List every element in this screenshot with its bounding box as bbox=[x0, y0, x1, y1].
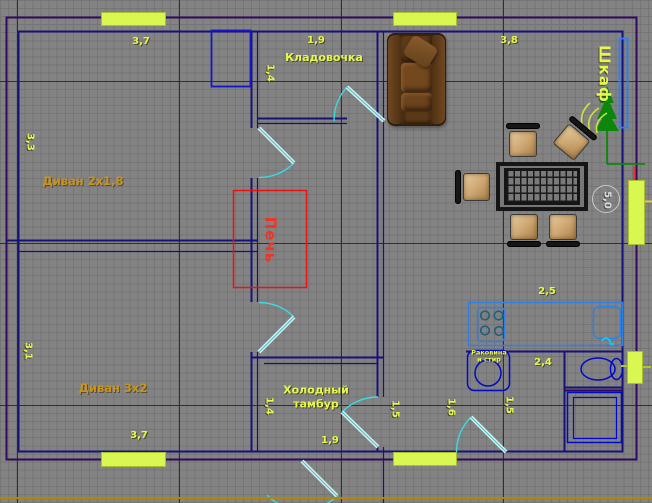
label-stove[interactable]: Печь bbox=[261, 217, 280, 264]
floor-plan-canvas: 3,7 1,9 Кладовочка 1,4 3,8 Шкаф 3,3 Диван 2х1,8… bbox=[0, 0, 652, 503]
dim-kitchen-depth[interactable]: 2,4 bbox=[534, 357, 552, 370]
label-sofa-3x2[interactable]: Диван 3х2 bbox=[79, 381, 148, 395]
chair[interactable] bbox=[455, 170, 491, 204]
door-room2[interactable] bbox=[259, 303, 294, 353]
window-top-left[interactable] bbox=[101, 12, 166, 26]
dim-storage-depth[interactable]: 1,4 bbox=[263, 64, 276, 82]
sofa-cushion bbox=[401, 93, 432, 111]
floor-plan-drawing bbox=[0, 0, 652, 503]
shower-tray[interactable] bbox=[568, 393, 622, 443]
dim-bottom-width[interactable]: 3,7 bbox=[130, 430, 148, 443]
label-wardrobe[interactable]: Шкаф bbox=[595, 45, 614, 103]
dim-top-left-width[interactable]: 3,7 bbox=[132, 36, 150, 49]
dim-living-width[interactable]: 3,8 bbox=[500, 35, 518, 48]
dining-table[interactable] bbox=[496, 162, 588, 211]
stove-burner bbox=[495, 327, 504, 336]
door-room1[interactable] bbox=[259, 128, 294, 178]
dim-storage-width[interactable]: 1,9 bbox=[307, 35, 325, 48]
label-sink-washer[interactable]: Раковина и стир bbox=[471, 350, 507, 365]
label-storage-room[interactable]: Кладовочка bbox=[285, 51, 363, 65]
sofa-cushion bbox=[401, 63, 432, 92]
window-bottom-left[interactable] bbox=[101, 452, 166, 467]
label-sofa-2x18[interactable]: Диван 2х1,8 bbox=[42, 174, 123, 188]
dim-kitchen-opening[interactable]: 1,6 bbox=[444, 398, 457, 416]
window-bottom-right[interactable] bbox=[393, 452, 457, 466]
dim-kitchen-door[interactable]: 1,5 bbox=[502, 396, 515, 414]
dim-living-height[interactable]: 5,0 bbox=[600, 191, 613, 209]
dim-room1-height[interactable]: 3,3 bbox=[23, 133, 36, 151]
window-right-upper[interactable] bbox=[628, 180, 645, 245]
door-kitchen[interactable] bbox=[457, 417, 507, 452]
dim-vestibule-width[interactable]: 1,9 bbox=[321, 435, 339, 448]
chair[interactable] bbox=[505, 123, 541, 157]
dim-vestibule-depth[interactable]: 1,4 bbox=[262, 397, 275, 415]
window-right-lower[interactable] bbox=[627, 351, 643, 384]
chair[interactable] bbox=[545, 214, 581, 248]
interior-walls[interactable] bbox=[6, 31, 623, 503]
canvas-bottom-edge-line bbox=[0, 497, 652, 499]
sofa-armrest bbox=[388, 35, 401, 124]
cabinet-outline[interactable] bbox=[212, 31, 251, 87]
toilet[interactable] bbox=[581, 358, 623, 380]
dim-vestibule-wall[interactable]: 1,5 bbox=[388, 400, 401, 418]
dim-counter-width[interactable]: 2,5 bbox=[538, 286, 556, 299]
dim-room2-height[interactable]: 3,1 bbox=[21, 342, 34, 360]
chair[interactable] bbox=[506, 214, 542, 248]
window-top-right[interactable] bbox=[393, 12, 457, 26]
sofa-cushion bbox=[404, 112, 430, 124]
stove-burner bbox=[494, 311, 503, 320]
label-cold-vestibule[interactable]: Холодный тамбур bbox=[283, 383, 349, 411]
dining-table-lattice bbox=[504, 168, 580, 205]
sofa-top-view[interactable] bbox=[387, 33, 446, 126]
kitchen-sink[interactable] bbox=[594, 307, 621, 345]
stove-burner bbox=[481, 326, 490, 335]
stove-burner bbox=[481, 311, 490, 320]
